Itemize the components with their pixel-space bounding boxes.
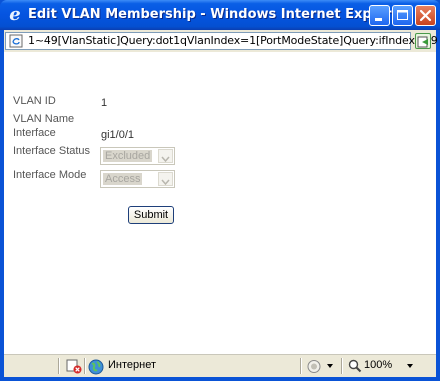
internet-explorer-icon: e bbox=[9, 4, 21, 25]
zoom-dropdown-icon[interactable] bbox=[407, 364, 413, 368]
vlan-name-label: VLAN Name bbox=[13, 113, 75, 125]
page-icon bbox=[9, 34, 23, 48]
chevron-down-icon bbox=[161, 156, 170, 163]
address-text: 1~49[VlanStatic]Query:dot1qVlanIndex=1[P… bbox=[28, 34, 438, 47]
globe-icon bbox=[88, 359, 104, 375]
maximize-icon bbox=[397, 10, 408, 20]
security-zone-label: Интернет bbox=[108, 359, 156, 371]
close-button[interactable] bbox=[415, 5, 436, 26]
address-bar: 1~49[VlanStatic]Query:dot1qVlanIndex=1[P… bbox=[4, 30, 438, 52]
status-separator bbox=[300, 358, 301, 374]
status-separator bbox=[341, 358, 342, 374]
zoom-level[interactable]: 100% bbox=[364, 359, 392, 371]
go-icon[interactable] bbox=[415, 33, 431, 49]
interface-value: gi1/0/1 bbox=[101, 129, 135, 141]
page-content: VLAN ID 1 VLAN Name Interface gi1/0/1 In… bbox=[4, 52, 436, 354]
protected-mode-icon[interactable] bbox=[306, 359, 322, 374]
browser-window: e Edit VLAN Membership - Windows Interne… bbox=[0, 0, 440, 381]
window-title: Edit VLAN Membership - Windows Internet … bbox=[28, 7, 407, 22]
status-separator bbox=[84, 358, 85, 374]
vlan-id-value: 1 bbox=[101, 97, 108, 109]
interface-status-value: Excluded bbox=[103, 150, 153, 162]
address-field[interactable]: 1~49[VlanStatic]Query:dot1qVlanIndex=1[P… bbox=[5, 32, 438, 50]
interface-mode-dropdown[interactable] bbox=[158, 172, 173, 186]
chevron-down-icon bbox=[161, 179, 170, 186]
blocked-content-icon[interactable] bbox=[66, 359, 82, 374]
interface-status-dropdown[interactable] bbox=[158, 149, 173, 163]
maximize-button[interactable] bbox=[392, 5, 413, 26]
interface-label: Interface bbox=[13, 127, 56, 139]
zoom-icon[interactable] bbox=[348, 359, 362, 373]
page-refresh-icon bbox=[417, 36, 428, 48]
interface-status-select[interactable]: Excluded bbox=[100, 147, 175, 165]
title-bar[interactable]: e Edit VLAN Membership - Windows Interne… bbox=[0, 0, 440, 30]
minimize-icon bbox=[375, 18, 382, 21]
interface-status-label: Interface Status bbox=[13, 145, 91, 157]
interface-mode-select[interactable]: Access bbox=[100, 170, 175, 188]
close-icon bbox=[419, 9, 432, 22]
status-bar: Интернет 100% bbox=[4, 354, 436, 377]
protected-mode-dropdown-icon[interactable] bbox=[327, 364, 333, 368]
interface-mode-value: Access bbox=[103, 173, 143, 185]
status-separator bbox=[58, 358, 59, 374]
submit-button[interactable]: Submit bbox=[128, 206, 174, 224]
interface-mode-label: Interface Mode bbox=[13, 169, 87, 181]
minimize-button[interactable] bbox=[369, 5, 390, 26]
vlan-id-label: VLAN ID bbox=[13, 95, 56, 107]
